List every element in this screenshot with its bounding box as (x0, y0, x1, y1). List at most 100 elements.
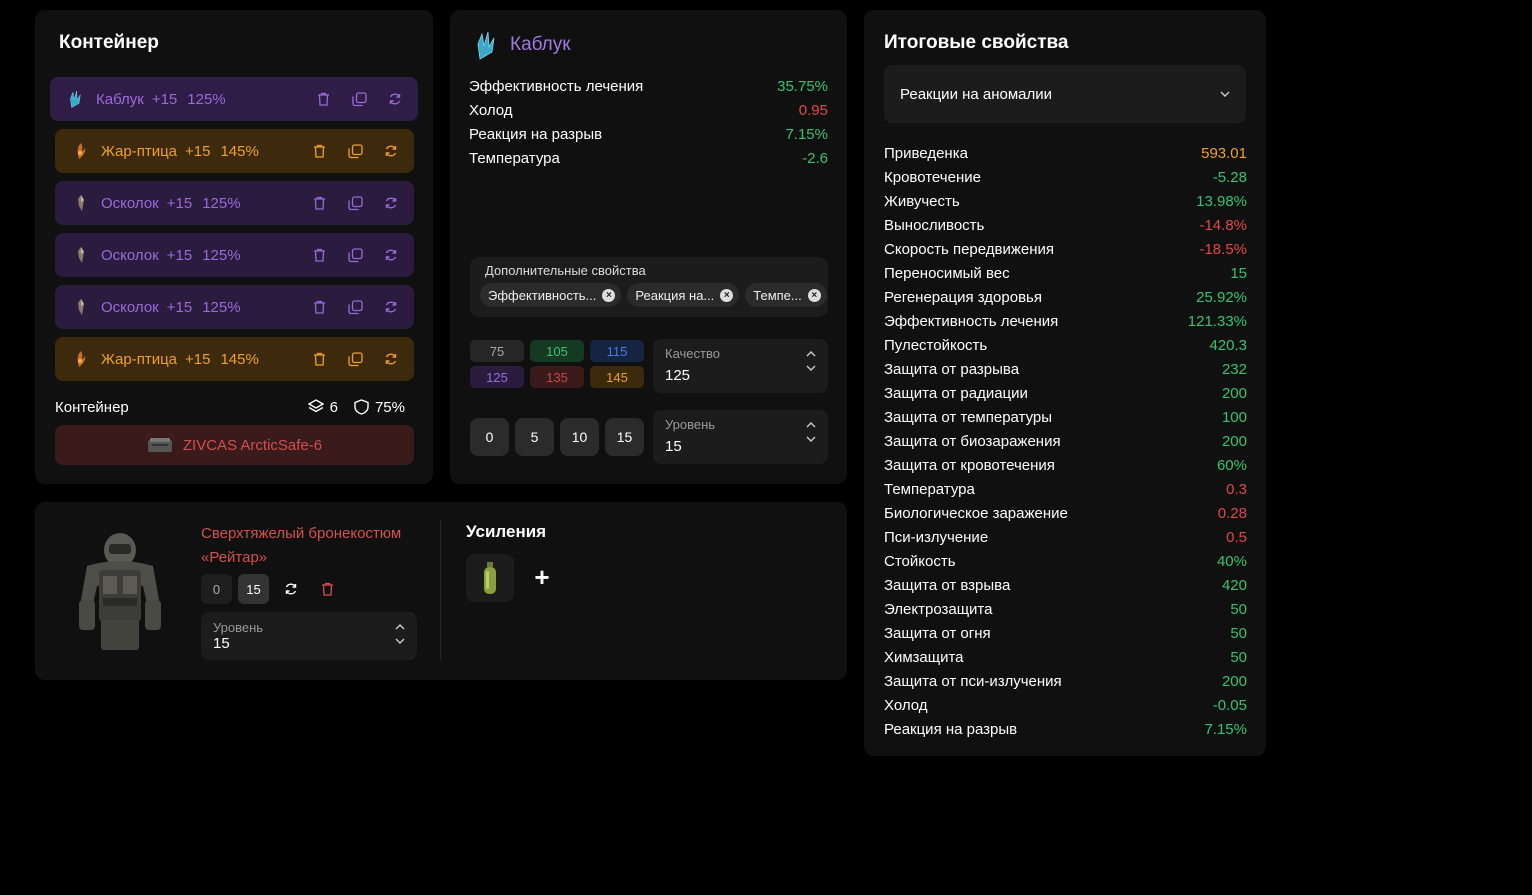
swap-button[interactable] (380, 244, 402, 266)
quality-option[interactable]: 135 (530, 366, 584, 388)
quality-grid: 75 105 115 125 135 145 (470, 340, 644, 388)
armor-level-select[interactable]: Уровень 15 (201, 612, 417, 660)
property-value: 100 (1221, 408, 1247, 426)
chevron-down-icon[interactable] (395, 638, 405, 644)
artifact-row[interactable]: Каблук +15 125% (50, 77, 418, 121)
property-row: Пси-излучение 0.5 (884, 525, 1247, 549)
property-value: 200 (1221, 384, 1247, 402)
upgrade-slot[interactable] (466, 554, 514, 602)
level-button[interactable]: 15 (605, 418, 644, 456)
chevron-down-icon[interactable] (806, 436, 816, 442)
copy-button[interactable] (344, 140, 366, 162)
artifact-row[interactable]: Жар-птица +15 145% (55, 337, 414, 381)
delete-button[interactable] (312, 88, 334, 110)
flask-icon (484, 562, 496, 594)
artifact-row[interactable]: Осколок +15 125% (55, 233, 414, 277)
property-chip[interactable]: Реакция на... × (627, 283, 740, 307)
trash-icon (313, 248, 326, 262)
copy-button[interactable] (344, 244, 366, 266)
quality-label: Качество (665, 346, 720, 361)
property-row: Температура 0.3 (884, 477, 1247, 501)
chevron-down-icon[interactable] (806, 365, 816, 371)
refresh-icon (285, 583, 296, 595)
artifact-name: Осколок (101, 246, 159, 264)
quality-option[interactable]: 145 (590, 366, 644, 388)
level-button[interactable]: 0 (470, 418, 509, 456)
artifact-row[interactable]: Жар-птица +15 145% (55, 129, 414, 173)
swap-button[interactable] (380, 296, 402, 318)
protection-value: 75% (374, 398, 405, 416)
property-chip[interactable]: Эффективность... × (480, 283, 622, 307)
add-upgrade-button[interactable]: + (530, 564, 554, 590)
delete-button[interactable] (308, 296, 330, 318)
property-value: 50 (1230, 600, 1247, 618)
copy-button[interactable] (344, 348, 366, 370)
category-dropdown[interactable]: Реакции на аномалии (884, 65, 1246, 123)
property-label: Регенерация здоровья (884, 288, 1042, 306)
stat-value: 0.95 (798, 102, 828, 119)
delete-button[interactable] (308, 348, 330, 370)
copy-button[interactable] (344, 192, 366, 214)
level-button[interactable]: 10 (560, 418, 599, 456)
delete-button[interactable] (308, 244, 330, 266)
swap-button[interactable] (380, 348, 402, 370)
copy-button[interactable] (344, 296, 366, 318)
delete-button[interactable] (308, 140, 330, 162)
quality-option[interactable]: 115 (590, 340, 644, 362)
property-label: Защита от разрыва (884, 360, 1020, 378)
property-row: Переносимый вес 15 (884, 261, 1247, 285)
quality-option[interactable]: 105 (530, 340, 584, 362)
artifact-upgrade: +15 (166, 194, 193, 212)
property-chip[interactable]: Темпе... × (745, 283, 827, 307)
chevron-up-icon[interactable] (806, 422, 816, 428)
artifact-row[interactable]: Осколок +15 125% (55, 285, 414, 329)
property-row: Холод -0.05 (884, 693, 1247, 717)
property-label: Защита от пси-излучения (884, 672, 1062, 690)
crystal-icon (62, 87, 90, 111)
level-select[interactable]: Уровень 15 (653, 410, 828, 464)
copy-button[interactable] (348, 88, 370, 110)
swap-button[interactable] (384, 88, 406, 110)
property-row: Биологическое заражение 0.28 (884, 501, 1247, 525)
quality-option[interactable]: 75 (470, 340, 524, 362)
delete-button[interactable] (312, 574, 343, 604)
delete-button[interactable] (308, 192, 330, 214)
property-label: Защита от огня (884, 624, 991, 642)
swap-button[interactable] (380, 192, 402, 214)
property-row: Выносливость -14.8% (884, 213, 1247, 237)
extra-properties: Дополнительные свойства Эффективность...… (470, 257, 828, 317)
shard-icon (67, 191, 95, 215)
firebird-icon (67, 139, 95, 163)
quality-select[interactable]: Качество 125 (653, 339, 828, 393)
close-icon[interactable]: × (602, 288, 616, 302)
refresh-icon (384, 352, 398, 366)
artifact-row[interactable]: Осколок +15 125% (55, 181, 414, 225)
swap-button[interactable] (275, 574, 306, 604)
chevron-up-icon[interactable] (395, 624, 405, 630)
swap-button[interactable] (380, 140, 402, 162)
property-row: Защита от огня 50 (884, 621, 1247, 645)
artifact-quality: 125% (202, 246, 241, 264)
property-value: 13.98% (1196, 192, 1247, 210)
property-row: Защита от пси-излучения 200 (884, 669, 1247, 693)
property-label: Химзащита (884, 648, 964, 666)
shield-icon (354, 399, 369, 415)
container-panel: Контейнер Каблук +15 125% Жар-птица +15 145% О… (35, 10, 433, 484)
property-label: Температура (884, 480, 975, 498)
property-row: Пулестойкость 420.3 (884, 333, 1247, 357)
close-icon[interactable]: × (720, 288, 734, 302)
property-value: 40% (1216, 552, 1247, 570)
artifact-quality: 125% (202, 298, 241, 316)
container-select-button[interactable]: ZIVCAS ArcticSafe-6 (55, 425, 414, 465)
close-icon[interactable]: × (807, 288, 821, 302)
level-button[interactable]: 5 (515, 418, 554, 456)
quality-option[interactable]: 125 (470, 366, 524, 388)
trash-icon (313, 196, 326, 210)
artifact-upgrade: +15 (185, 142, 211, 160)
armor-level-button[interactable]: 0 (201, 574, 232, 604)
property-value: 0.28 (1217, 504, 1247, 522)
chip-label: Темпе... (753, 287, 802, 303)
slot-count: 6 (329, 398, 338, 416)
armor-level-button[interactable]: 15 (238, 574, 269, 604)
chevron-up-icon[interactable] (806, 351, 816, 357)
